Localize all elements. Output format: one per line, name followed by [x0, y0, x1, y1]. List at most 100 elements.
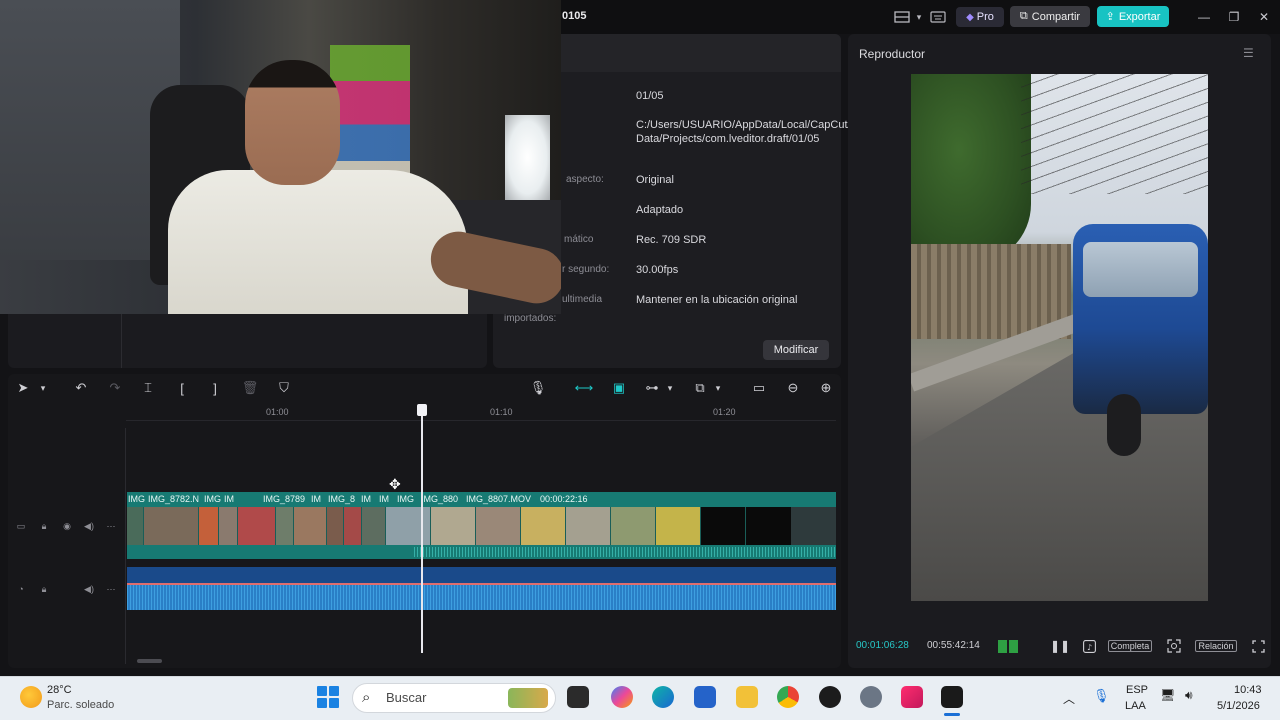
audio-clip-header[interactable]	[127, 567, 836, 583]
svg-text:♪: ♪	[1087, 643, 1092, 652]
shield-icon[interactable]: ⛉	[275, 380, 293, 396]
close-icon[interactable]: ✕	[1254, 8, 1274, 26]
lock-icon[interactable]: 🔒︎	[37, 520, 51, 532]
auto-snap-icon[interactable]: ▣	[609, 380, 629, 396]
weather-sun-icon[interactable]	[20, 686, 42, 708]
info-value-color: Rec. 709 SDR	[636, 234, 707, 246]
undo-icon[interactable]: ↶	[72, 380, 90, 396]
ratio-button[interactable]: Relación	[1194, 638, 1238, 654]
chevron-down-icon[interactable]: ▾	[712, 380, 724, 396]
chevron-down-icon[interactable]: ▾	[913, 8, 925, 26]
more-icon[interactable]: ⋯	[104, 520, 118, 532]
info-label-fps: r segundo:	[562, 264, 610, 275]
microphone-icon[interactable]: 🎙	[529, 380, 547, 396]
tiktok-icon[interactable]	[901, 686, 923, 708]
caption-icon[interactable]: ▭	[749, 380, 769, 396]
clock-time[interactable]: 10:43	[1234, 684, 1262, 696]
modify-button[interactable]: Modificar	[763, 340, 829, 360]
pro-button[interactable]: ◆ Pro	[956, 7, 1004, 27]
redo-icon[interactable]: ↷	[106, 380, 124, 396]
diamond-icon: ◆	[966, 11, 974, 23]
split-icon[interactable]: ⌶	[139, 380, 157, 396]
edge-icon[interactable]	[652, 686, 674, 708]
fullscreen-icon[interactable]	[1250, 638, 1266, 654]
eye-icon[interactable]: ◉	[60, 520, 74, 532]
microphone-icon[interactable]: 🎙	[1093, 688, 1110, 704]
player-video-frame[interactable]	[911, 74, 1208, 601]
info-value-fps: 30.00fps	[636, 264, 679, 276]
store-icon[interactable]	[694, 686, 716, 708]
chrome-icon[interactable]	[777, 686, 799, 708]
link-icon[interactable]: ⊶	[642, 380, 662, 396]
select-pointer-icon[interactable]: ➤	[14, 380, 32, 396]
clip-label: IMG	[128, 494, 145, 504]
focus-icon[interactable]	[1166, 638, 1182, 654]
chevron-down-icon[interactable]: ▾	[36, 380, 50, 396]
info-label-color: mático	[564, 234, 594, 245]
info-label-imported: importados:	[504, 313, 557, 324]
clip-label: IMG	[204, 494, 221, 504]
audio-track-icon[interactable]: ◔	[14, 583, 28, 595]
capcut-icon[interactable]	[941, 686, 963, 708]
share-icon: ⧉	[1019, 10, 1028, 22]
pause-icon[interactable]: ❚❚	[1050, 638, 1070, 654]
export-button[interactable]: ⇪ Exportar	[1097, 6, 1169, 27]
media-panel	[8, 314, 487, 368]
keyboard-layout[interactable]: LAA	[1125, 700, 1146, 712]
magnet-link-icon[interactable]: ⟷	[574, 380, 594, 396]
chevron-up-icon[interactable]: ︿	[1063, 690, 1075, 707]
info-value-aspect: Original	[636, 174, 674, 186]
chevron-down-icon[interactable]: ▾	[664, 380, 676, 396]
zoom-out-icon[interactable]: ⊖	[784, 380, 802, 396]
audio-waveform[interactable]	[127, 585, 836, 610]
cover-icon[interactable]: ▭	[14, 520, 28, 532]
language-code[interactable]: ESP	[1126, 684, 1148, 696]
split-right-icon[interactable]: ]	[206, 380, 224, 396]
copilot-icon[interactable]	[611, 686, 633, 708]
zoom-in-icon[interactable]: ⊕	[817, 380, 835, 396]
more-icon[interactable]: ⋯	[104, 583, 118, 595]
clock-date[interactable]: 5/1/2026	[1217, 700, 1260, 712]
track-header-separator	[125, 428, 126, 664]
keyboard-icon[interactable]	[928, 8, 948, 26]
project-name: 0105	[562, 10, 587, 22]
lock-icon[interactable]: 🔒︎	[37, 583, 51, 595]
full-quality-button[interactable]: Completa	[1106, 638, 1154, 654]
menu-icon[interactable]: ☰	[1243, 46, 1257, 60]
clip-label: IM	[379, 494, 389, 504]
clip-label: IMG_8	[328, 494, 356, 504]
video-clip-thumbnails[interactable]	[127, 507, 836, 545]
split-left-icon[interactable]: [	[173, 380, 191, 396]
clip-label: IM	[361, 494, 371, 504]
weather-temperature[interactable]: 28°C	[47, 684, 72, 696]
speaker-icon[interactable]: ◀)	[82, 520, 96, 532]
weather-condition[interactable]: Parc. soleado	[47, 699, 114, 711]
info-value-resolution: Adaptado	[636, 204, 684, 216]
preview-axis-icon[interactable]: ⧉	[690, 380, 710, 396]
clip-duration: 00:00:22:16	[540, 494, 588, 504]
minimize-icon[interactable]: —	[1194, 8, 1214, 26]
timeline-scrollbar[interactable]	[137, 659, 162, 663]
playhead-handle[interactable]	[417, 404, 427, 416]
speaker-icon[interactable]: ◀)	[82, 583, 96, 595]
search-icon: ⌕	[362, 689, 371, 706]
share-button[interactable]: ⧉ Compartir	[1010, 6, 1090, 27]
tiktok-preview-icon[interactable]: ♪	[1081, 638, 1097, 654]
windows-taskbar	[0, 676, 1280, 720]
settings-gear-icon[interactable]	[860, 686, 882, 708]
volume-icon[interactable]: 🔊︎	[1185, 688, 1193, 703]
video-wheel	[1107, 394, 1141, 456]
task-view-icon[interactable]	[567, 686, 589, 708]
upload-icon: ⇪	[1105, 11, 1115, 23]
network-icon[interactable]: 🖥	[1160, 688, 1175, 702]
media-panel-divider	[121, 314, 122, 368]
file-explorer-icon[interactable]	[736, 686, 758, 708]
maximize-icon[interactable]: ❐	[1224, 8, 1244, 26]
obs-icon[interactable]	[819, 686, 841, 708]
clip-label: IMG_8807.MOV	[466, 494, 532, 504]
delete-icon[interactable]: 🗑	[241, 380, 259, 396]
windows-start-icon[interactable]	[317, 686, 339, 708]
layout-icon[interactable]	[892, 8, 912, 26]
webcam-person-body	[168, 170, 468, 314]
playhead[interactable]	[421, 410, 423, 653]
